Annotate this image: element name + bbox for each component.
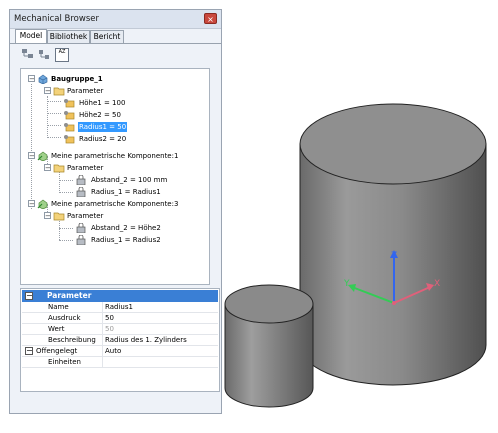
tree-item-parameter[interactable]: − Parameter	[21, 86, 209, 96]
parameter-lock-icon	[76, 175, 86, 185]
tree-item-param[interactable]: Abstand_2 = Höhe2	[21, 223, 209, 233]
property-key: Ausdruck	[48, 314, 81, 322]
property-row[interactable]: Ausdruck 50	[22, 313, 218, 324]
tree-item-label: Höhe1 = 100	[79, 99, 126, 107]
properties-header[interactable]: − Parameter	[22, 290, 218, 302]
tree-item-label: Abstand_2 = Höhe2	[91, 224, 161, 232]
parameter-icon	[64, 99, 75, 108]
property-value[interactable]: Radius des 1. Zylinders	[105, 335, 187, 346]
property-row[interactable]: Einheiten	[22, 357, 218, 368]
y-axis-label: Y	[343, 279, 350, 289]
collapse-toggle[interactable]: −	[25, 292, 33, 300]
collapse-toggle[interactable]: −	[25, 347, 33, 355]
tree-item-param[interactable]: Radius_1 = Radius2	[21, 235, 209, 245]
parameter-icon	[64, 111, 75, 120]
tree-item-param[interactable]: Höhe2 = 50	[21, 110, 209, 120]
collapse-toggle[interactable]: −	[44, 212, 51, 220]
property-value[interactable]: 50	[105, 313, 114, 324]
folder-icon	[53, 164, 65, 173]
properties-header-label: Parameter	[47, 291, 92, 300]
property-row[interactable]: Wert 50	[22, 324, 218, 335]
tree-item-parameter[interactable]: − Parameter	[21, 211, 209, 221]
tree-item-param[interactable]: Höhe1 = 100	[21, 98, 209, 108]
tree-item-param-selected[interactable]: Radius1 = 50	[21, 122, 209, 132]
property-key: Name	[48, 303, 69, 311]
tree-item-component-1[interactable]: − Meine parametrische Komponente:1	[21, 151, 209, 161]
z-axis-label: Z	[391, 251, 397, 261]
property-key: Offengelegt	[36, 347, 78, 355]
parameter-icon	[64, 135, 75, 144]
x-axis-label: X	[434, 279, 440, 289]
folder-icon	[53, 212, 65, 221]
panel-title: Mechanical Browser	[14, 14, 99, 24]
property-value[interactable]: Auto	[105, 346, 121, 357]
tree-item-param[interactable]: Radius_1 = Radius1	[21, 187, 209, 197]
tree-item-parameter[interactable]: − Parameter	[21, 163, 209, 173]
property-key: Einheiten	[48, 358, 81, 366]
collapse-toggle[interactable]: −	[44, 87, 51, 95]
mechanical-browser-panel: Mechanical Browser × Model Bibliothek Be…	[9, 9, 222, 414]
tree-item-label: Radius2 = 20	[79, 135, 127, 143]
folder-icon	[53, 87, 65, 96]
component-icon	[37, 151, 48, 161]
property-row[interactable]: Name Radius1	[22, 302, 218, 313]
tree-item-label: Meine parametrische Komponente:1	[51, 152, 179, 160]
collapse-toggle[interactable]: −	[44, 164, 51, 172]
tree-item-label: Meine parametrische Komponente:3	[51, 200, 179, 208]
tree-item-param[interactable]: Abstand_2 = 100 mm	[21, 175, 209, 185]
tree-item-label: Höhe2 = 50	[79, 111, 121, 119]
collapse-toggle[interactable]: −	[28, 152, 35, 160]
property-row[interactable]: Beschreibung Radius des 1. Zylinders	[22, 335, 218, 346]
tree-item-root[interactable]: − Baugruppe_1	[21, 74, 209, 84]
close-button[interactable]: ×	[204, 13, 217, 24]
large-cylinder[interactable]	[299, 103, 487, 386]
sort-az-icon[interactable]: AZ	[55, 48, 69, 62]
tab-bericht[interactable]: Bericht	[90, 30, 124, 43]
tree-item-label: Parameter	[67, 164, 104, 172]
tree-item-label: Radius1 = 50	[78, 122, 128, 132]
property-row[interactable]: − Offengelegt Auto	[22, 346, 218, 357]
model-tree: − Baugruppe_1 − Parameter Höhe1 = 100 Hö…	[20, 68, 210, 285]
property-value[interactable]: Radius1	[105, 302, 133, 313]
small-cylinder[interactable]	[224, 284, 314, 408]
component-view-icon[interactable]	[37, 48, 51, 62]
tab-divider	[10, 43, 221, 44]
tab-bibliothek[interactable]: Bibliothek	[47, 30, 90, 43]
component-icon	[37, 199, 48, 209]
collapse-toggle[interactable]: −	[28, 75, 35, 83]
panel-titlebar[interactable]: Mechanical Browser ×	[10, 10, 221, 29]
assembly-icon	[38, 74, 48, 84]
collapse-toggle[interactable]: −	[28, 200, 35, 208]
tree-item-label: Abstand_2 = 100 mm	[91, 176, 168, 184]
tree-view-icon[interactable]	[21, 48, 35, 62]
tree-item-label: Radius_1 = Radius1	[91, 188, 161, 196]
tree-item-label: Radius_1 = Radius2	[91, 236, 161, 244]
property-key: Wert	[48, 325, 65, 333]
tree-item-label: Baugruppe_1	[51, 75, 103, 83]
parameter-lock-icon	[76, 223, 86, 233]
parameter-icon	[64, 123, 75, 132]
property-value: 50	[105, 325, 114, 333]
properties-grid: − Parameter Name Radius1 Ausdruck 50 Wer…	[20, 288, 220, 392]
parameter-lock-icon	[76, 187, 86, 197]
tree-item-label: Parameter	[67, 212, 104, 220]
parameter-lock-icon	[76, 235, 86, 245]
tree-item-component-3[interactable]: − Meine parametrische Komponente:3	[21, 199, 209, 209]
tree-item-label: Parameter	[67, 87, 104, 95]
tree-item-param[interactable]: Radius2 = 20	[21, 134, 209, 144]
tab-model[interactable]: Model	[15, 29, 47, 44]
property-key: Beschreibung	[48, 336, 96, 344]
